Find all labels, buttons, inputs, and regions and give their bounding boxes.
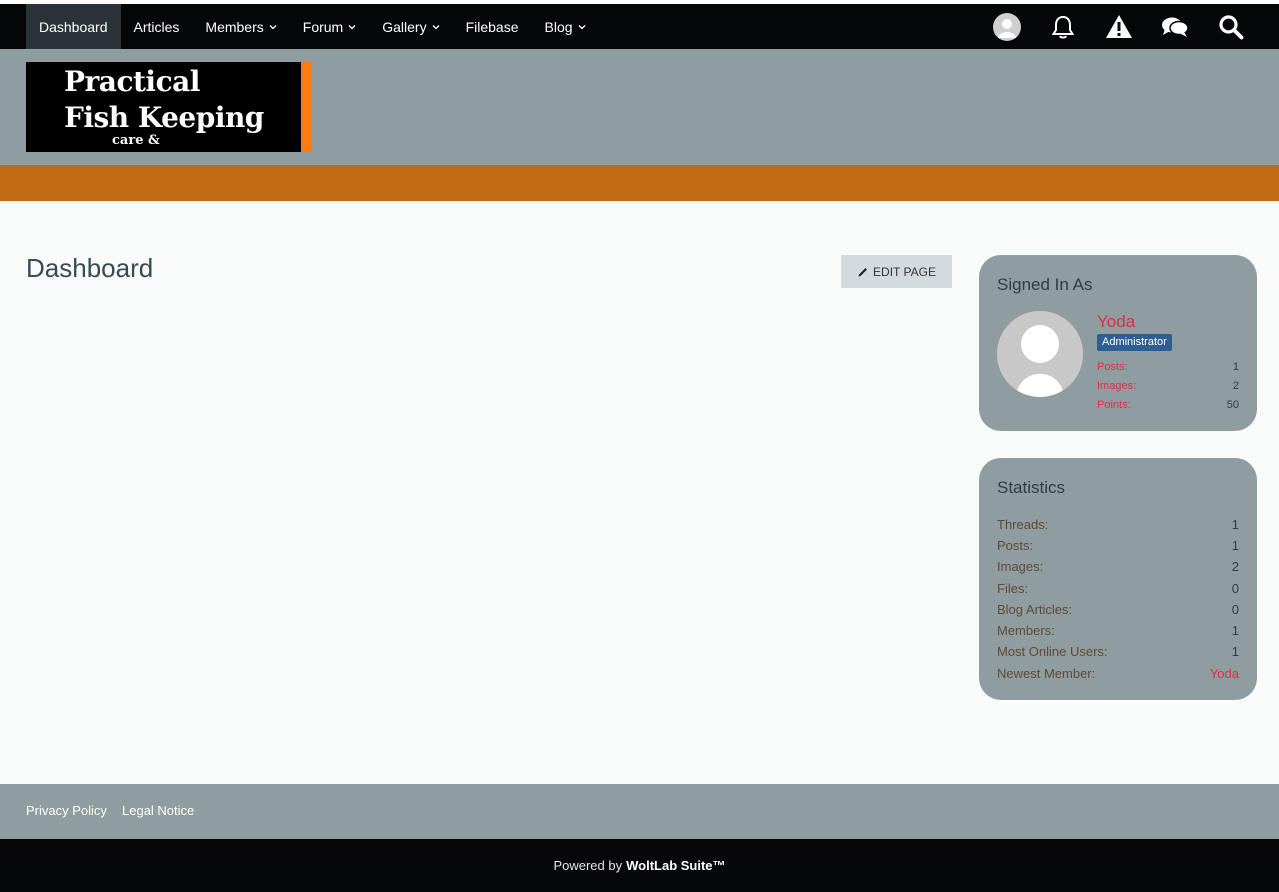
stat-row-blog-articles: Blog Articles: 0 [997,602,1239,617]
stat-row-images: Images: 2 [997,559,1239,574]
edit-page-button[interactable]: Edit Page [841,255,952,288]
stat-row-newest-member: Newest Member: Yoda [997,666,1239,681]
nav-item-filebase[interactable]: Filebase [453,4,532,49]
powered-by-text: Powered by [553,858,623,873]
role-badge: Administrator [1097,334,1172,351]
nav-item-forum[interactable]: Forum [290,4,369,49]
conversations-button[interactable] [1147,4,1203,49]
logo-line-1: Practical [64,65,200,98]
stat-value: 50 [1226,399,1239,411]
pencil-icon [858,267,868,276]
avatar[interactable] [997,311,1083,397]
search-button[interactable] [1203,4,1259,49]
woltlab-link[interactable]: WoltLab Suite™ [626,858,725,873]
stat-row-posts: Posts: 1 [997,538,1239,553]
moderation-button[interactable] [1091,4,1147,49]
nav-item-label: Dashboard [39,18,108,35]
user-stat-images[interactable]: Images: 2 [1097,380,1239,392]
nav-item-gallery[interactable]: Gallery [369,4,452,49]
stat-value: 1 [1231,623,1239,638]
footer-navigation: Privacy Policy Legal Notice [0,784,1279,839]
stat-label: Files: [997,581,1029,596]
stat-row-threads: Threads: 1 [997,517,1239,532]
statistics-box: Statistics Threads: 1 Posts: 1 Images: 2… [979,458,1257,700]
stat-row-files: Files: 0 [997,581,1239,596]
nav-item-label: Forum [302,18,344,35]
stat-label: Posts: [997,538,1034,553]
default-avatar-icon [997,311,1083,397]
stat-label: Newest Member: [997,666,1096,681]
stat-value: 1 [1231,644,1239,659]
stat-value: 1 [1232,361,1239,373]
stat-label: Members: [997,623,1055,638]
stat-label: Most Online Users: [997,644,1108,659]
chevron-down-icon [348,24,356,29]
bell-icon [1051,15,1075,38]
user-avatar-icon [993,12,1021,41]
nav-item-label: Articles [133,18,180,35]
chevron-down-icon [269,24,277,29]
user-menu-button[interactable] [979,4,1035,49]
accent-bar [0,165,1279,201]
chevron-down-icon [578,24,585,29]
stat-value: 2 [1231,559,1239,574]
main-navigation: Dashboard Articles Members Forum Gallery… [0,4,1279,49]
user-panel [979,4,1259,49]
nav-item-label: Blog [544,18,573,35]
signed-in-box: Signed In As Yoda Administrator Posts: 1… [979,255,1257,431]
newest-member-link[interactable]: Yoda [1210,666,1239,681]
conversations-icon [1162,17,1189,37]
warning-icon [1106,14,1132,38]
search-icon [1219,14,1244,39]
nav-item-label: Filebase [465,18,519,35]
stat-value: 1 [1231,517,1239,532]
signed-in-title: Signed In As [997,275,1093,294]
page-header: Practical Fish Keeping care & [0,49,1279,165]
stat-value: 0 [1231,581,1239,596]
stat-label: Blog Articles: [997,602,1073,617]
stat-value: 0 [1231,602,1239,617]
legal-notice-link[interactable]: Legal Notice [122,803,194,818]
site-logo[interactable]: Practical Fish Keeping care & [26,62,312,152]
nav-item-articles[interactable]: Articles [121,4,193,49]
nav-menu: Dashboard Articles Members Forum Gallery… [26,4,599,49]
logo-line-3: care & [112,133,160,148]
nav-item-members[interactable]: Members [192,4,289,49]
page-title: Dashboard [26,253,154,283]
stat-label: Images: [1097,380,1137,392]
chevron-down-icon [432,24,440,29]
user-stat-posts[interactable]: Posts: 1 [1097,361,1239,373]
stat-label: Images: [997,559,1044,574]
stat-value: 1 [1231,538,1239,553]
stat-label: Points: [1097,399,1131,411]
stat-label: Threads: [997,517,1049,532]
edit-page-label: Edit Page [873,264,936,279]
logo-line-2: Fish Keeping [64,101,264,134]
username-link[interactable]: Yoda [1097,312,1135,332]
privacy-policy-link[interactable]: Privacy Policy [26,803,107,818]
statistics-title: Statistics [997,478,1066,497]
user-stat-points[interactable]: Points: 50 [1097,399,1239,411]
nav-item-blog[interactable]: Blog [532,4,599,49]
stat-value: 2 [1232,380,1239,392]
copyright-bar: Powered by WoltLab Suite™ [0,839,1279,892]
stat-row-most-online: Most Online Users: 1 [997,644,1239,659]
nav-item-label: Members [205,18,264,35]
stat-row-members: Members: 1 [997,623,1239,638]
stat-label: Posts: [1097,361,1128,373]
notifications-button[interactable] [1035,4,1091,49]
nav-item-label: Gallery [382,18,427,35]
nav-item-dashboard[interactable]: Dashboard [26,4,121,49]
